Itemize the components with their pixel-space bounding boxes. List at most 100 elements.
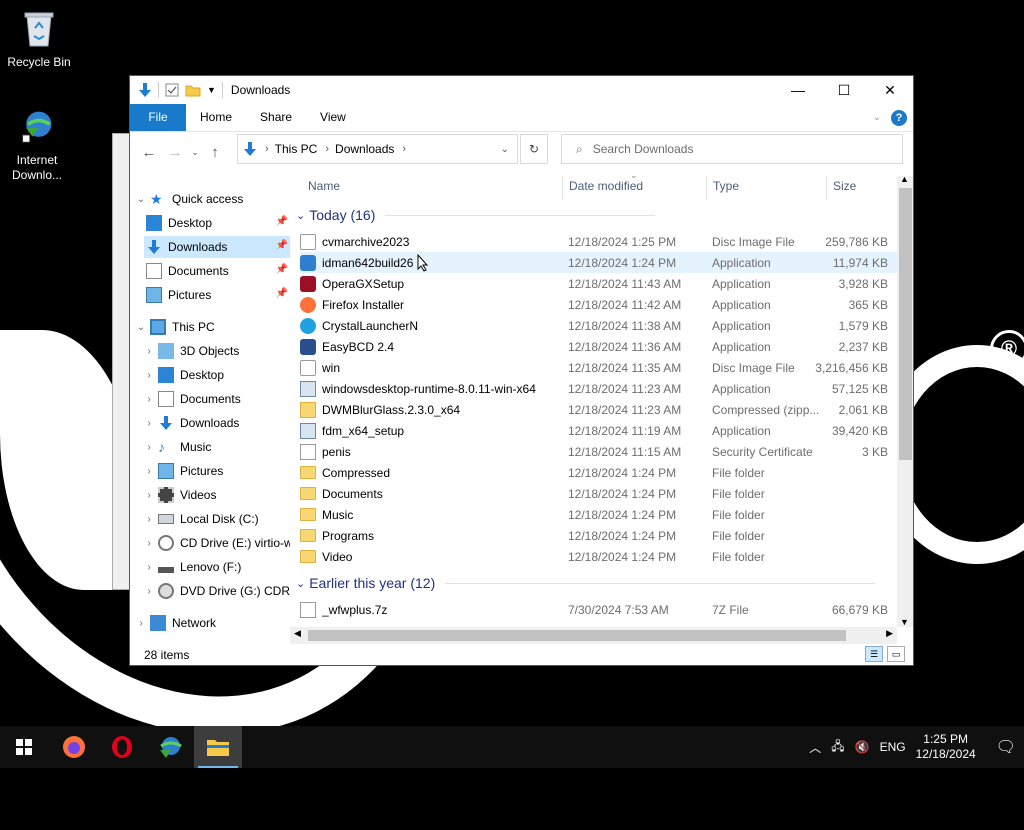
collapse-chevron-icon[interactable]: ⌄ (296, 577, 305, 590)
desktop-icon-internet-download-manager[interactable]: Internet Downlo... (2, 106, 72, 183)
nav-pc-lenovo[interactable]: › Lenovo (F:) (142, 556, 241, 578)
search-input[interactable]: Search Downloads (593, 142, 694, 156)
expand-chevron-icon[interactable]: › (142, 466, 156, 477)
nav-qa-documents[interactable]: Documents 📌 (144, 260, 290, 282)
pin-icon[interactable]: 📌 (276, 240, 288, 251)
scrollbar-thumb[interactable] (899, 188, 912, 460)
scroll-right-icon[interactable]: ▶ (886, 628, 893, 639)
column-divider[interactable] (706, 176, 707, 200)
quick-access-dropdown-icon[interactable]: ▼ (207, 85, 216, 95)
notifications-icon[interactable]: 🗨 (996, 737, 1016, 757)
new-folder-icon[interactable] (185, 83, 201, 97)
network-status-icon[interactable]: 🖧 (831, 737, 844, 758)
expand-chevron-icon[interactable]: › (142, 394, 156, 405)
back-arrow-icon[interactable]: ← (136, 144, 162, 161)
expand-ribbon-icon[interactable]: ⌄ (873, 112, 881, 123)
column-header-name[interactable]: Name (308, 179, 340, 197)
nav-pc-dvd-drive[interactable]: › DVD Drive (G:) CDR( (142, 580, 290, 602)
address-bar[interactable]: › This PC › Downloads › ⌄ (237, 134, 518, 164)
file-explorer-window[interactable]: ▼ Downloads — ☐ ✕ File Home Share View ⌄… (129, 75, 914, 666)
up-arrow-icon[interactable]: ↑ (202, 144, 228, 161)
nav-quick-access[interactable]: ⌄ ★ Quick access (134, 188, 244, 210)
nav-pc-desktop[interactable]: › Desktop (142, 364, 224, 386)
file-row[interactable]: cvmarchive2023 12/18/2024 1:25 PM Disc Ima… (300, 231, 898, 252)
nav-qa-desktop[interactable]: Desktop 📌 (144, 212, 290, 234)
scrollbar-thumb[interactable] (308, 630, 846, 641)
nav-pc-downloads[interactable]: › Downloads (142, 412, 239, 434)
scroll-left-icon[interactable]: ◀ (294, 628, 301, 639)
taskbar-file-explorer[interactable] (194, 726, 242, 768)
file-row[interactable]: Documents 12/18/2024 1:24 PM File folder (300, 483, 898, 504)
pin-icon[interactable]: 📌 (276, 288, 288, 299)
expand-chevron-icon[interactable]: › (142, 370, 156, 381)
breadcrumb-separator-icon[interactable]: › (402, 143, 406, 155)
file-row[interactable]: win 12/18/2024 11:35 AM Disc Image File 3,2… (300, 357, 898, 378)
clock[interactable]: 1:25 PM 12/18/2024 (916, 732, 976, 762)
breadcrumb-separator-icon[interactable]: › (265, 143, 269, 155)
group-header-earlier[interactable]: ⌄ Earlier this year (12) (296, 575, 876, 591)
expand-chevron-icon[interactable]: › (142, 490, 156, 501)
column-divider[interactable] (562, 176, 563, 200)
help-icon[interactable]: ? (891, 109, 907, 126)
taskbar-idm[interactable] (146, 726, 194, 768)
scroll-down-icon[interactable]: ▼ (900, 617, 909, 627)
expand-chevron-icon[interactable]: › (142, 346, 156, 357)
column-header-type[interactable]: Type (713, 179, 739, 197)
show-hidden-icons-chevron-icon[interactable]: ︿ (809, 739, 821, 756)
maximize-button[interactable]: ☐ (821, 76, 867, 104)
file-row[interactable]: Programs 12/18/2024 1:24 PM File folder (300, 525, 898, 546)
nav-qa-pictures[interactable]: Pictures 📌 (144, 284, 290, 306)
volume-muted-icon[interactable]: 🔇 (855, 740, 870, 754)
file-row[interactable]: idman642build26 12/18/2024 1:24 PM Applica… (300, 252, 898, 273)
nav-qa-downloads[interactable]: Downloads 📌 (144, 236, 290, 258)
expand-chevron-icon[interactable]: › (142, 514, 156, 525)
scroll-up-icon[interactable]: ▲ (900, 174, 909, 184)
expand-chevron-icon[interactable]: › (142, 562, 156, 573)
collapse-chevron-icon[interactable]: ⌄ (296, 209, 305, 222)
expand-chevron-icon[interactable]: › (142, 442, 156, 453)
file-row[interactable]: Compressed 12/18/2024 1:24 PM File folder (300, 462, 898, 483)
vertical-scrollbar[interactable]: ▲ ▼ (897, 174, 913, 627)
file-row[interactable]: EasyBCD 2.4 12/18/2024 11:36 AM Applicatio… (300, 336, 898, 357)
file-row[interactable]: penis 12/18/2024 11:15 AM Security Certifi… (300, 441, 898, 462)
group-header-today[interactable]: ⌄ Today (16) (296, 207, 656, 223)
address-dropdown-icon[interactable]: ⌄ (501, 144, 509, 155)
nav-this-pc[interactable]: ⌄ This PC (134, 316, 215, 338)
title-bar[interactable]: ▼ Downloads — ☐ ✕ (130, 76, 913, 104)
nav-pc-3d-objects[interactable]: › 3D Objects (142, 340, 239, 362)
nav-pc-local-disk[interactable]: › Local Disk (C:) (142, 508, 258, 530)
breadcrumb-downloads[interactable]: Downloads (335, 142, 394, 156)
file-row[interactable]: windowsdesktop-runtime-8.0.11-win-x64 12/… (300, 378, 898, 399)
recent-locations-chevron-icon[interactable]: ⌄ (188, 147, 202, 158)
tab-share[interactable]: Share (246, 104, 306, 131)
file-row[interactable]: CrystalLauncherN 12/18/2024 11:38 AM Appli… (300, 315, 898, 336)
tab-home[interactable]: Home (186, 104, 246, 131)
refresh-button[interactable]: ↻ (520, 134, 548, 164)
breadcrumb-this-pc[interactable]: This PC (275, 142, 318, 156)
desktop-icon-recycle-bin[interactable]: Recycle Bin (4, 8, 74, 70)
collapse-chevron-icon[interactable]: ⌄ (134, 194, 148, 205)
file-row[interactable]: _wfwplus.7z 7/30/2024 7:53 AM 7Z File 66,67… (300, 599, 898, 620)
tab-view[interactable]: View (306, 104, 360, 131)
expand-chevron-icon[interactable]: › (142, 418, 156, 429)
properties-checkbox-icon[interactable] (165, 83, 179, 97)
start-button[interactable] (0, 726, 48, 768)
file-row[interactable]: OperaGXSetup 12/18/2024 11:43 AM Applicati… (300, 273, 898, 294)
breadcrumb-separator-icon[interactable]: › (325, 143, 329, 155)
file-row[interactable]: DWMBlurGlass.2.3.0_x64 12/18/2024 11:23 A… (300, 399, 898, 420)
input-language[interactable]: ENG (880, 740, 906, 754)
expand-chevron-icon[interactable]: › (142, 538, 156, 549)
horizontal-scrollbar[interactable]: ◀ ▶ (290, 627, 897, 644)
column-header-date[interactable]: Date modified (569, 179, 643, 197)
nav-pc-videos[interactable]: › Videos (142, 484, 216, 506)
details-view-icon[interactable]: ☰ (865, 646, 883, 662)
nav-pc-documents[interactable]: › Documents (142, 388, 241, 410)
tab-file[interactable]: File (130, 104, 186, 131)
taskbar-opera[interactable] (98, 726, 146, 768)
nav-pc-cd-drive[interactable]: › CD Drive (E:) virtio-w (142, 532, 290, 554)
file-row[interactable]: Firefox Installer 12/18/2024 11:42 AM Appl… (300, 294, 898, 315)
pin-icon[interactable]: 📌 (276, 216, 288, 227)
file-row[interactable]: fdm_x64_setup 12/18/2024 11:19 AM Applicat… (300, 420, 898, 441)
minimize-button[interactable]: — (775, 76, 821, 104)
nav-network[interactable]: › Network (134, 612, 216, 634)
